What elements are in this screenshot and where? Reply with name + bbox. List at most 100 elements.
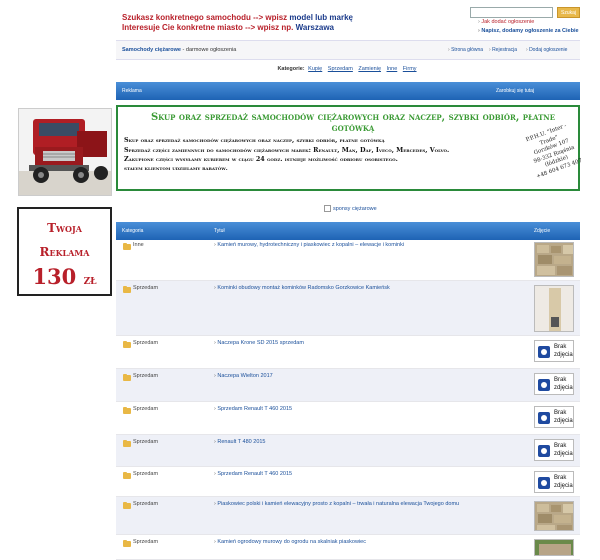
no-photo-label-line2: zdjęcia bbox=[554, 417, 573, 424]
no-photo-label-line2: zdjęcia bbox=[554, 384, 573, 391]
row-category: Sprzedam bbox=[133, 539, 159, 545]
table-row[interactable]: Sprzedam Kominki obudowy montaż kominków … bbox=[116, 281, 580, 336]
category-filter-label: Kategorie: bbox=[277, 66, 305, 72]
row-category: Sprzedam bbox=[133, 340, 159, 346]
no-photo-placeholder[interactable]: Brak zdjęcia bbox=[534, 373, 574, 395]
side-ad-price-value: 130 bbox=[32, 264, 77, 289]
no-photo-label-line1: Brak bbox=[554, 344, 567, 350]
listing-thumbnail[interactable] bbox=[534, 285, 574, 332]
no-photo-placeholder[interactable]: Brak zdjęcia bbox=[534, 471, 574, 493]
tagline-search-model: Szukasz konkretnego samochodu --> wpisz … bbox=[122, 13, 353, 22]
side-ad-box[interactable]: Twoja Reklama 130 zł bbox=[17, 207, 112, 296]
table-row[interactable]: Sprzedam Sprzedam Renault T 460 2015 Brakz… bbox=[116, 402, 580, 435]
row-title-link[interactable]: Sprzedam Renault T 460 2015 bbox=[214, 406, 292, 412]
row-title-link[interactable]: Naczepa Wielton 2017 bbox=[214, 373, 272, 379]
camera-icon bbox=[538, 445, 550, 457]
folder-icon bbox=[123, 285, 131, 293]
no-photo-label-line2: zdjęcia bbox=[554, 351, 573, 358]
row-category: Sprzedam bbox=[133, 373, 159, 379]
ad-promo-link[interactable]: Zarobkuj się tutaj bbox=[496, 88, 534, 94]
camera-icon bbox=[538, 346, 550, 358]
write-ad-link[interactable]: Napisz, dodamy ogłoszenie za Ciebie bbox=[478, 28, 578, 34]
no-photo-placeholder[interactable]: Brak zdjęcia bbox=[534, 406, 574, 428]
folder-icon bbox=[123, 471, 131, 479]
folder-icon bbox=[123, 501, 131, 509]
row-title-link[interactable]: Kamień murowy, hydrotechniczny i piaskow… bbox=[214, 242, 404, 248]
banner-body: Skup oraz sprzedaż samochodów ciężarowyc… bbox=[124, 136, 504, 174]
row-title-link[interactable]: Kominki obudowy montaż kominków Radomsko… bbox=[214, 285, 389, 291]
column-photo: Zdjęcie bbox=[534, 228, 551, 234]
side-ad-price: 130 zł bbox=[19, 264, 110, 289]
row-title-link[interactable]: Sprzedam Renault T 460 2015 bbox=[214, 471, 292, 477]
banner-title: Skup oraz sprzedaż samochodów ciężarowyc… bbox=[150, 112, 556, 134]
table-row[interactable]: Sprzedam Kamień ogrodowy murowy do ogrodu… bbox=[116, 535, 580, 560]
no-photo-label-line1: Brak bbox=[554, 475, 567, 481]
breadcrumb: Samochody ciężarowe - darmowe ogłoszenia bbox=[122, 47, 236, 53]
category-kupie-link[interactable]: Kupię bbox=[308, 66, 322, 72]
folder-icon bbox=[123, 539, 131, 547]
banner-line: Zakupione części wysyłamy kurierem w cią… bbox=[124, 155, 398, 163]
no-photo-label-line2: zdjęcia bbox=[554, 450, 573, 457]
truck-ad-image[interactable] bbox=[18, 108, 112, 196]
breadcrumb-home-link[interactable]: Samochody ciężarowe bbox=[122, 47, 181, 53]
sponsor-image-link[interactable]: sponsy ciężarowe bbox=[324, 205, 377, 212]
table-row[interactable]: Sprzedam Naczepa Wielton 2017 Brakzdjęcia bbox=[116, 369, 580, 402]
side-ad-line2: Reklama bbox=[39, 245, 90, 259]
search-button[interactable]: Szukaj bbox=[557, 7, 580, 18]
no-photo-label: Brak zdjęcia bbox=[554, 475, 573, 490]
row-category: Sprzedam bbox=[133, 471, 159, 477]
listing-thumbnail[interactable] bbox=[534, 242, 574, 277]
camera-icon bbox=[538, 379, 550, 391]
banner-line: Skup oraz sprzedaż samochodów ciężarowyc… bbox=[124, 136, 385, 144]
table-row[interactable]: Sprzedam Renault T 480 2015 Brakzdjęcia bbox=[116, 435, 580, 467]
no-photo-placeholder[interactable]: Brak zdjęcia bbox=[534, 340, 574, 362]
ad-header-bar: Reklama Zarobkuj się tutaj bbox=[116, 82, 580, 100]
row-title-link[interactable]: Naczepa Krone SD 2015 sprzedam bbox=[214, 340, 304, 346]
category-filter-bar: Kategorie: Kupię Sprzedam Zamienię Inne … bbox=[116, 66, 580, 72]
listing-thumbnail[interactable] bbox=[534, 501, 574, 531]
ad-header-label: Reklama bbox=[122, 88, 142, 94]
row-category: Inne bbox=[133, 242, 144, 248]
tagline-search-city: Interesuje Cie konkretne miasto --> wpis… bbox=[122, 23, 334, 32]
how-to-add-link[interactable]: Jak dodać ogłoszenie bbox=[478, 19, 534, 25]
no-photo-placeholder[interactable]: Brak zdjęcia bbox=[534, 439, 574, 461]
category-sprzedam-link[interactable]: Sprzedam bbox=[328, 66, 353, 72]
folder-icon bbox=[123, 406, 131, 414]
ad-banner[interactable]: Skup oraz sprzedaż samochodów ciężarowyc… bbox=[116, 105, 583, 191]
side-ad-currency: zł bbox=[83, 273, 97, 288]
table-row[interactable]: Inne Kamień murowy, hydrotechniczny i pia… bbox=[116, 238, 580, 281]
category-firmy-link[interactable]: Firmy bbox=[403, 66, 417, 72]
row-title-link[interactable]: Kamień ogrodowy murowy do ogrodu na skal… bbox=[214, 539, 366, 545]
camera-icon bbox=[538, 477, 550, 489]
no-photo-label-line2: zdjęcia bbox=[554, 482, 573, 489]
banner-line: stałym klientom udzielamy rabatów. bbox=[124, 165, 228, 172]
no-photo-label: Brak zdjęcia bbox=[554, 410, 573, 425]
table-row[interactable]: Sprzedam Piaskowiec polski i kamień elewa… bbox=[116, 497, 580, 535]
table-row[interactable]: Sprzedam Naczepa Krone SD 2015 sprzedam Br… bbox=[116, 336, 580, 369]
row-title-link[interactable]: Piaskowiec polski i kamień elewacyjny pr… bbox=[214, 501, 459, 507]
page: Szukasz konkretnego samochodu --> wpisz … bbox=[0, 0, 600, 560]
row-category: Sprzedam bbox=[133, 439, 159, 445]
nav-home-link[interactable]: Strona główna bbox=[448, 47, 483, 53]
column-category: Kategoria bbox=[122, 228, 144, 234]
no-photo-label: Brak zdjęcia bbox=[554, 377, 573, 392]
category-zamienie-link[interactable]: Zamienię bbox=[358, 66, 381, 72]
listing-thumbnail[interactable] bbox=[534, 539, 574, 556]
nav-register-link[interactable]: Rejestracja bbox=[489, 47, 517, 53]
no-photo-label-line1: Brak bbox=[554, 377, 567, 383]
no-photo-label-line1: Brak bbox=[554, 410, 567, 416]
folder-icon bbox=[123, 373, 131, 381]
search-input[interactable] bbox=[470, 7, 553, 18]
camera-icon bbox=[538, 412, 550, 424]
category-inne-link[interactable]: Inne bbox=[387, 66, 398, 72]
no-photo-label: Brak zdjęcia bbox=[554, 344, 573, 359]
banner-line: Sprzedaż części zamiennych do samochodów… bbox=[124, 145, 450, 154]
row-category: Sprzedam bbox=[133, 501, 159, 507]
row-title-link[interactable]: Renault T 480 2015 bbox=[214, 439, 265, 445]
nav-add-ad-link[interactable]: Dodaj ogłoszenie bbox=[526, 47, 567, 53]
folder-icon bbox=[123, 340, 131, 348]
column-title: Tytuł bbox=[214, 228, 225, 234]
no-photo-label-line1: Brak bbox=[554, 443, 567, 449]
table-row[interactable]: Sprzedam Sprzedam Renault T 460 2015 Brakz… bbox=[116, 467, 580, 497]
row-category: Sprzedam bbox=[133, 285, 159, 291]
